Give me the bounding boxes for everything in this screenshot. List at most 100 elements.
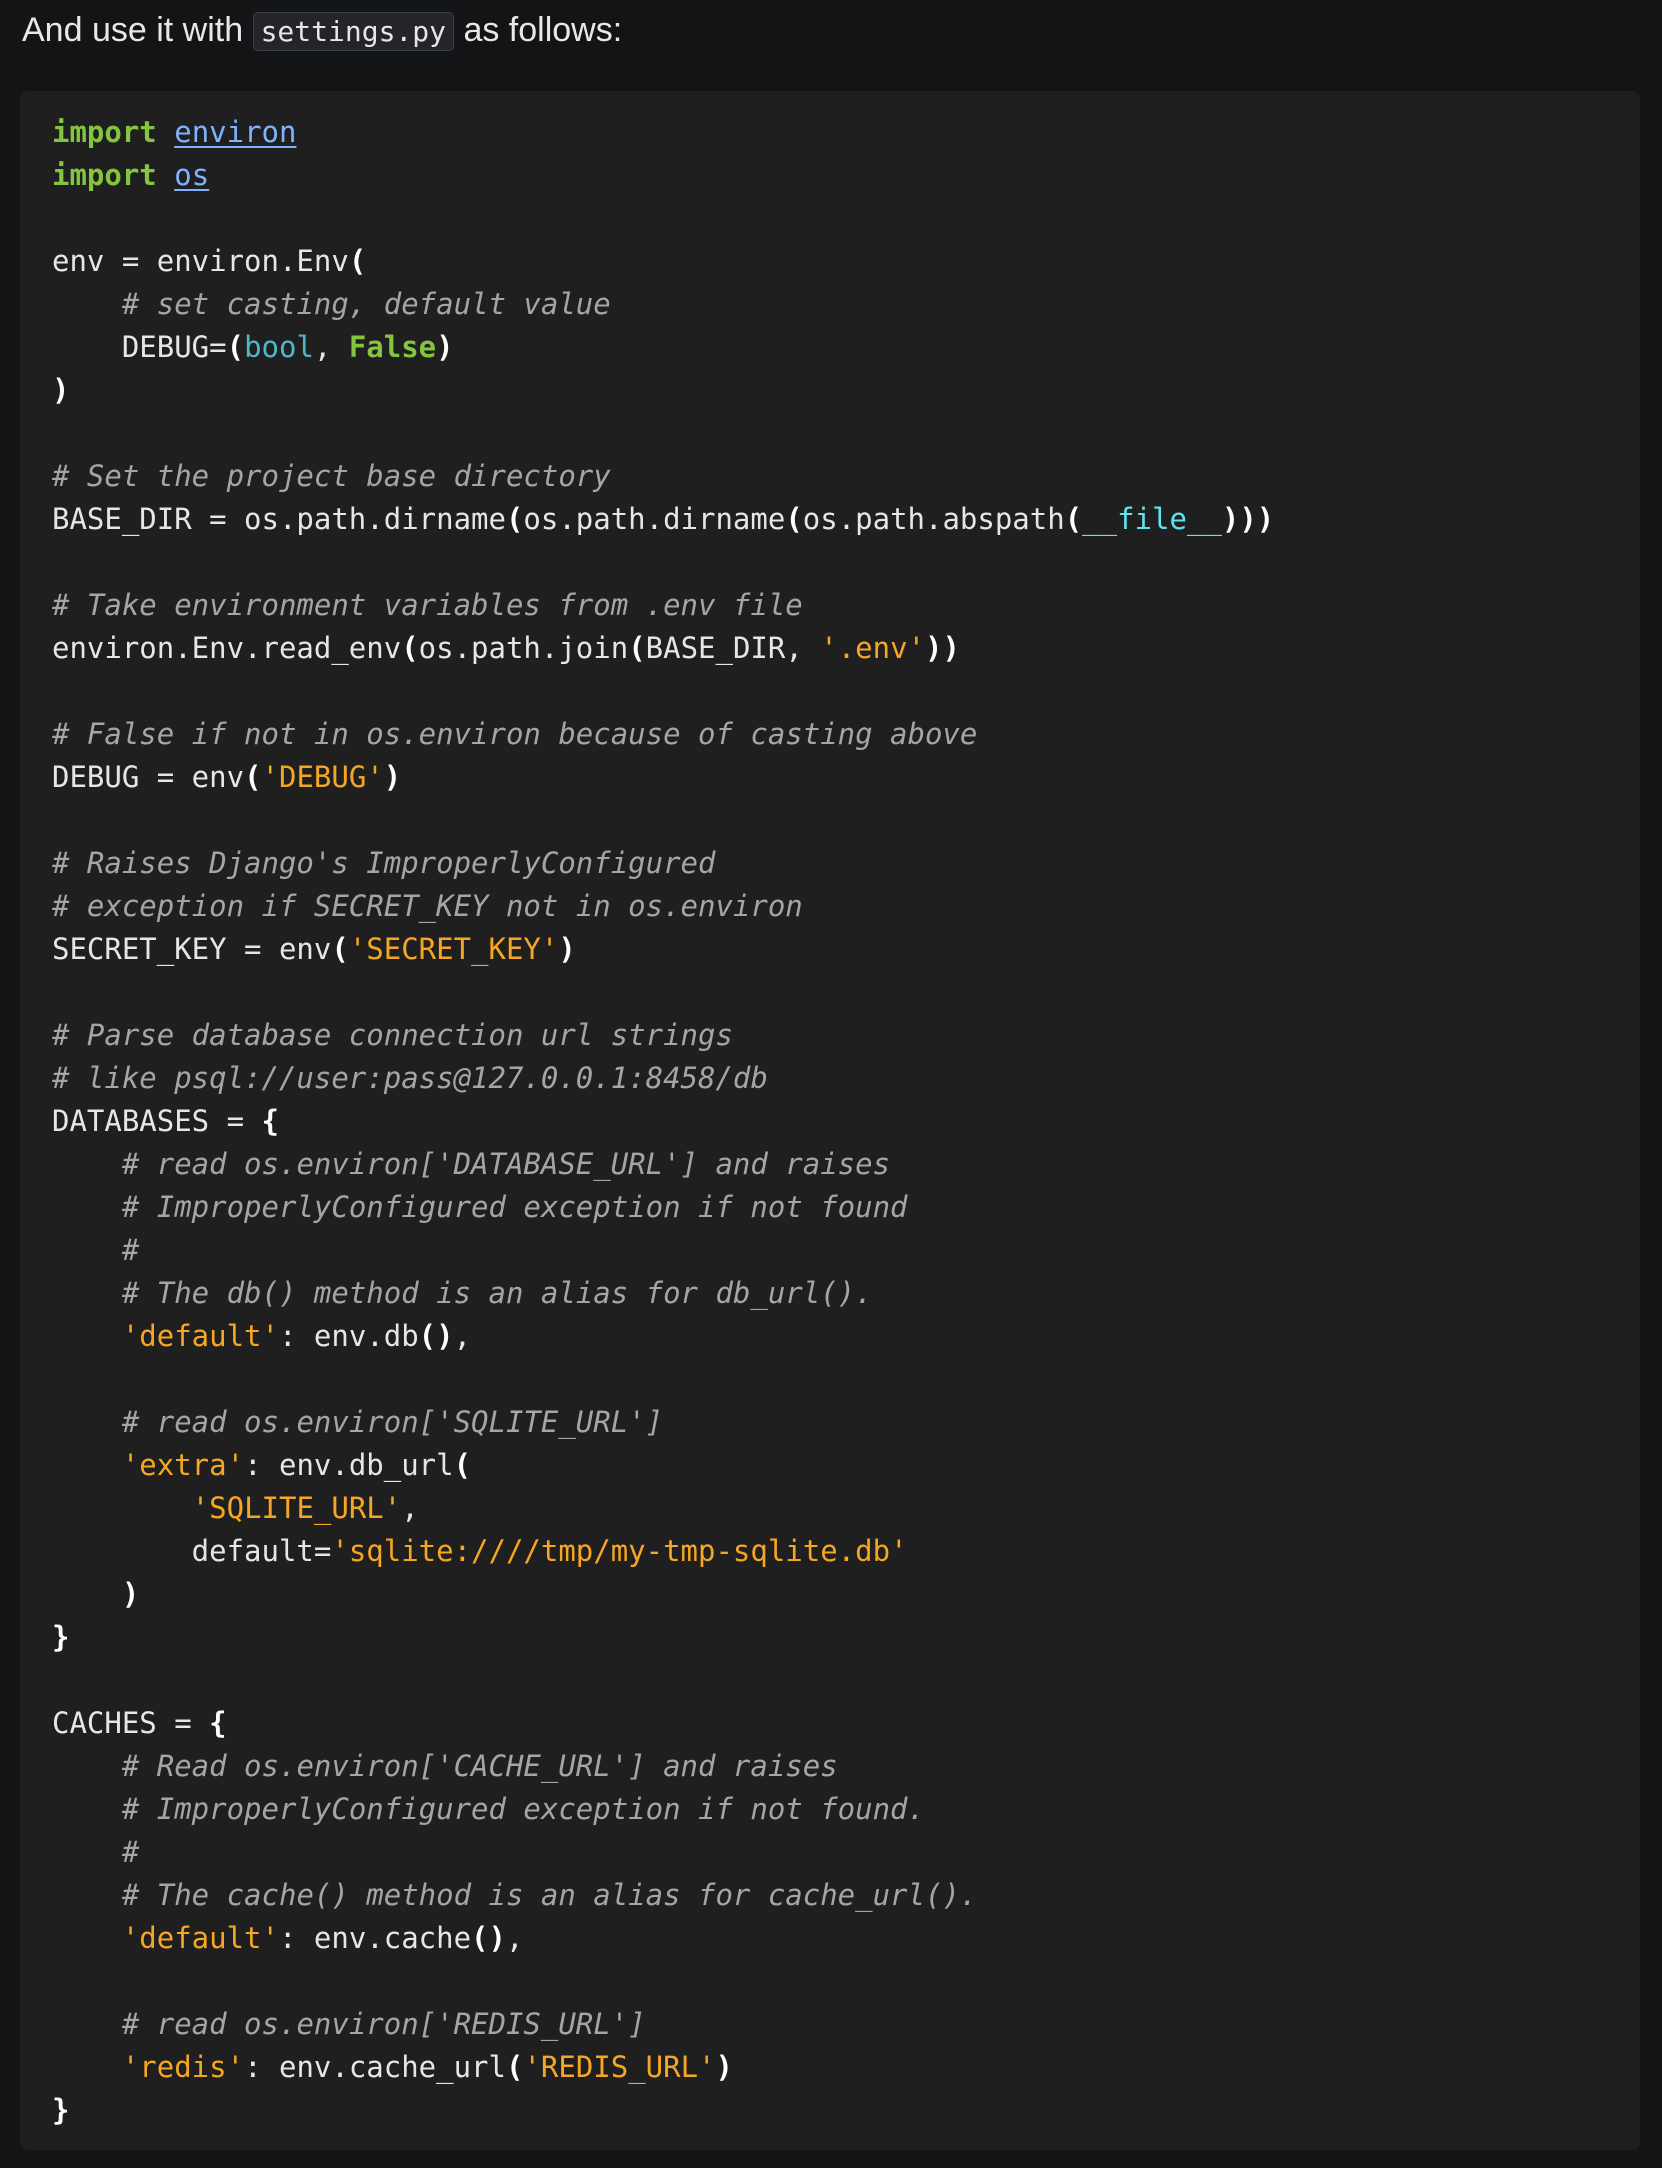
code-token-string: 'SQLITE_URL' bbox=[191, 1491, 402, 1525]
code-token-punct: () bbox=[418, 1319, 454, 1353]
code-token-string: '.env' bbox=[820, 631, 926, 665]
inline-code-filename: settings.py bbox=[252, 12, 454, 51]
module-link[interactable]: environ bbox=[174, 115, 296, 149]
code-token-punct: () bbox=[471, 1921, 506, 1955]
code-token-punct: ( bbox=[1064, 502, 1083, 536]
code-line: # exception if SECRET_KEY not in os.envi… bbox=[52, 885, 1274, 928]
code-token-plain: BASE_DIR = os.path.dirname bbox=[52, 502, 506, 536]
code-token-plain: default= bbox=[52, 1534, 332, 1568]
code-line: # Parse database connection url strings bbox=[52, 1014, 1274, 1057]
code-line: ) bbox=[52, 1573, 1274, 1616]
code-line: # read os.environ['DATABASE_URL'] and ra… bbox=[52, 1143, 1274, 1186]
code-line: # Raises Django's ImproperlyConfigured bbox=[52, 842, 1274, 885]
code-line: ) bbox=[52, 369, 1274, 412]
code-token-plain: os.path.abspath bbox=[802, 502, 1065, 536]
code-line: default='sqlite:////tmp/my-tmp-sqlite.db… bbox=[52, 1530, 1274, 1573]
code-token-comment: # Take environment variables from .env f… bbox=[52, 588, 803, 622]
code-token-punct: } bbox=[52, 2093, 70, 2127]
code-token-dunder: __file__ bbox=[1082, 502, 1222, 536]
intro-text: And use it with settings.py as follows: bbox=[22, 8, 622, 54]
code-token-comment: # Parse database connection url strings bbox=[52, 1018, 733, 1052]
code-line: # read os.environ['REDIS_URL'] bbox=[52, 2003, 1274, 2046]
code-token-comment: # Read os.environ['CACHE_URL'] and raise… bbox=[121, 1749, 838, 1783]
code-line: } bbox=[52, 2089, 1274, 2132]
code-token-comment: # The cache() method is an alias for cac… bbox=[121, 1878, 978, 1912]
code-token-string: 'redis' bbox=[121, 2050, 245, 2084]
code-token-plain: : env.cache_url bbox=[244, 2050, 506, 2084]
code-token-plain: CACHES = bbox=[52, 1706, 210, 1740]
code-block: import environ import os env = environ.En… bbox=[20, 91, 1640, 2150]
code-line: # bbox=[52, 1229, 1274, 1272]
code-token-plain: SECRET_KEY = env bbox=[52, 932, 332, 966]
intro-text-before: And use it with bbox=[22, 11, 253, 49]
code-token-punct: ( bbox=[505, 502, 524, 536]
code-token-plain: BASE_DIR, bbox=[645, 631, 821, 665]
code-token-plain: : env.cache bbox=[278, 1921, 472, 1955]
code-token-string: 'REDIS_URL' bbox=[523, 2050, 716, 2084]
code-token-comment: # ImproperlyConfigured exception if not … bbox=[121, 1792, 925, 1826]
code-token-comment: # like psql://user:pass@127.0.0.1:8458/d… bbox=[52, 1061, 768, 1095]
code-token-string: 'default' bbox=[121, 1921, 279, 1955]
code-token-comment: # read os.environ['DATABASE_URL'] and ra… bbox=[121, 1147, 891, 1181]
module-link[interactable]: os bbox=[174, 158, 209, 192]
code-token-punct: { bbox=[261, 1104, 279, 1138]
code-token-comment: # False if not in os.environ because of … bbox=[52, 717, 978, 751]
code-token-punct: ) bbox=[436, 330, 454, 364]
code-token-punct: ))) bbox=[1221, 502, 1275, 536]
code-token-plain: , bbox=[401, 1491, 419, 1525]
code-line: # The db() method is an alias for db_url… bbox=[52, 1272, 1274, 1315]
code-token-builtin: bool bbox=[244, 330, 314, 364]
code-token-comment: # bbox=[121, 1835, 140, 1869]
code-token-punct: ( bbox=[244, 760, 262, 794]
code-token-punct: ( bbox=[628, 631, 646, 665]
code-token-punct: ( bbox=[401, 631, 419, 665]
code-line: environ.Env.read_env(os.path.join(BASE_D… bbox=[52, 627, 1274, 670]
code-token-plain: DATABASES = bbox=[52, 1104, 262, 1138]
code-token-string: 'default' bbox=[121, 1319, 279, 1353]
code-token-comment: # read os.environ['SQLITE_URL'] bbox=[121, 1405, 664, 1439]
code-token-comment: # exception if SECRET_KEY not in os.envi… bbox=[52, 889, 803, 923]
code-token-comment: # ImproperlyConfigured exception if not … bbox=[121, 1190, 908, 1224]
code-token-plain: : env.db bbox=[278, 1319, 419, 1353]
code-line: CACHES = { bbox=[52, 1702, 1274, 1745]
code-line: import environ bbox=[52, 111, 1274, 154]
code-token-punct: ) bbox=[52, 373, 70, 407]
code-token-punct: ) bbox=[715, 2050, 733, 2084]
code-token-comment: # Set the project base directory bbox=[52, 459, 611, 493]
code-token-keyword: import bbox=[52, 158, 157, 192]
code-line: 'SQLITE_URL', bbox=[52, 1487, 1274, 1530]
code-line: # ImproperlyConfigured exception if not … bbox=[52, 1186, 1274, 1229]
code-token-punct: ) bbox=[121, 1577, 140, 1611]
code-line: # set casting, default value bbox=[52, 283, 1274, 326]
code-token-punct: ( bbox=[505, 2050, 524, 2084]
code-token-keyword: import bbox=[52, 115, 157, 149]
code-line: # The cache() method is an alias for cac… bbox=[52, 1874, 1274, 1917]
code-token-string: 'DEBUG' bbox=[261, 760, 384, 794]
code-token-comment: # set casting, default value bbox=[121, 287, 611, 321]
code-token-plain: os.path.dirname bbox=[523, 502, 786, 536]
code-token-string: 'extra' bbox=[121, 1448, 245, 1482]
code-line: # False if not in os.environ because of … bbox=[52, 713, 1274, 756]
code-line: # read os.environ['SQLITE_URL'] bbox=[52, 1401, 1274, 1444]
code-token-plain: , bbox=[313, 330, 349, 364]
